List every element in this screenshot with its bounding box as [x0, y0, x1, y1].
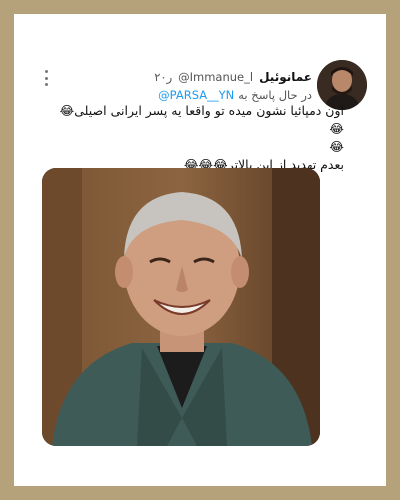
tweet-time[interactable]: ۲۰ر	[154, 70, 172, 84]
display-name[interactable]: عمانوئیل	[259, 70, 312, 84]
replying-to-handle[interactable]: @PARSA__YN	[158, 88, 234, 102]
laughing-man-photo	[42, 168, 320, 446]
tweet-text-line: اون دمپائیا نشون میده تو واقعا یه پسر ای…	[59, 103, 344, 136]
tweet-text: اون دمپائیا نشون میده تو واقعا یه پسر ای…	[54, 102, 344, 174]
tweet-text-line: 😂	[329, 139, 344, 154]
replying-to: در حال پاسخ به @PARSA__YN	[158, 88, 312, 102]
user-handle[interactable]: @Immanue_l	[178, 70, 253, 84]
tweet-header: عمانوئیل @Immanue_l ۲۰ر	[154, 69, 312, 85]
replying-to-label: در حال پاسخ به	[238, 88, 312, 102]
tweet-image[interactable]	[42, 168, 320, 446]
more-options-icon[interactable]	[44, 70, 48, 86]
